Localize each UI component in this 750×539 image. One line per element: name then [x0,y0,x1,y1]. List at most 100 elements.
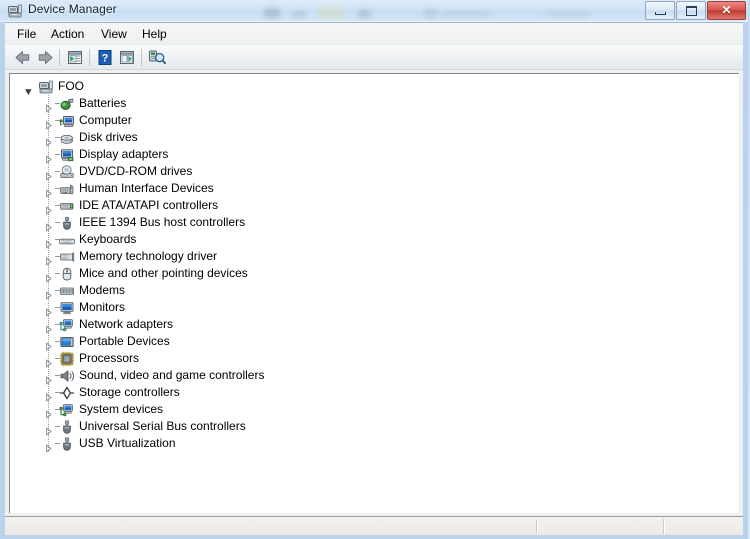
tree-item-usb-virtualization[interactable]: USB Virtualization [10,435,739,453]
tree-item-ide-ata-atapi-controllers[interactable]: IDE ATA/ATAPI controllers [10,197,739,215]
tree-item-computer[interactable]: Computer [10,112,739,130]
show-hide-tree-icon [120,51,134,64]
portable-device-icon [59,334,75,350]
tree-item-portable-devices[interactable]: Portable Devices [10,333,739,351]
tree-item-label: Human Interface Devices [79,181,214,195]
device-manager-icon [7,3,23,19]
chevron-right-icon[interactable] [44,168,53,181]
tree-item-batteries[interactable]: Batteries [10,95,739,113]
chevron-right-icon[interactable] [44,151,53,164]
tree-item-disk-drives[interactable]: Disk drives [10,129,739,147]
tree-item-human-interface-devices[interactable]: Human Interface Devices [10,180,739,198]
chevron-right-icon[interactable] [44,185,53,198]
tree-item-memory-technology-driver[interactable]: Memory technology driver [10,248,739,266]
menu-help[interactable]: Help [136,26,173,42]
chevron-right-icon[interactable] [44,253,53,266]
tree-item-label: USB Virtualization [79,436,176,450]
chevron-right-icon[interactable] [44,304,53,317]
hid-icon [59,181,75,197]
tree-item-label: System devices [79,402,164,416]
tree-item-dvd-cd-rom-drives[interactable]: DVD/CD-ROM drives [10,163,739,181]
tree-item-label: Monitors [79,300,126,314]
device-tree-pane[interactable]: FOO Batteries Computer Disk drives Display … [9,73,739,513]
menu-action[interactable]: Action [45,26,90,42]
ieee1394-icon [59,215,75,231]
show-hide-console-tree-button[interactable] [117,48,137,67]
forward-button[interactable] [35,48,55,67]
chevron-right-icon[interactable] [44,117,53,130]
menu-file[interactable]: File [11,26,42,42]
tree-item-modems[interactable]: Modems [10,282,739,300]
chevron-right-icon[interactable] [44,355,53,368]
tree-item-storage-controllers[interactable]: Storage controllers [10,384,739,402]
tree-item-universal-serial-bus-controllers[interactable]: Universal Serial Bus controllers [10,418,739,436]
tree-item-keyboards[interactable]: Keyboards [10,231,739,249]
window-client-area: File Action View Help ? FOO Batteries Co… [0,22,748,539]
chevron-right-icon[interactable] [44,423,53,436]
toolbar: ? [5,45,743,70]
device-tree: FOO Batteries Computer Disk drives Display … [10,78,739,453]
tree-item-ieee-1394-bus-host-controllers[interactable]: IEEE 1394 Bus host controllers [10,214,739,232]
storage-controller-icon [59,385,75,401]
scan-hardware-icon [149,50,166,65]
chevron-right-icon[interactable] [44,100,53,113]
tree-item-sound-video-and-game-controllers[interactable]: Sound, video and game controllers [10,367,739,385]
properties-button[interactable] [65,48,85,67]
tree-item-label: Computer [79,113,132,127]
battery-icon [59,96,75,112]
chevron-right-icon[interactable] [44,389,53,402]
disk-drive-icon [59,130,75,146]
chevron-right-icon[interactable] [44,236,53,249]
tree-item-system-devices[interactable]: System devices [10,401,739,419]
usb-virtualization-icon [59,436,75,452]
chevron-right-icon[interactable] [44,440,53,453]
tree-item-label: Storage controllers [79,385,180,399]
chevron-right-icon[interactable] [44,372,53,385]
dvd-drive-icon [59,164,75,180]
chevron-right-icon[interactable] [44,287,53,300]
display-adapter-icon [59,147,75,163]
tree-item-label: Network adapters [79,317,174,331]
tree-item-label: Memory technology driver [79,249,218,263]
toolbar-separator-2 [89,49,90,66]
chevron-right-icon[interactable] [44,270,53,283]
back-button[interactable] [13,48,33,67]
processor-icon [59,351,75,367]
close-button[interactable]: ✕ [707,1,746,20]
tree-item-label: Sound, video and game controllers [79,368,265,382]
tree-item-mice-and-other-pointing-devices[interactable]: Mice and other pointing devices [10,265,739,283]
chevron-right-icon[interactable] [44,219,53,232]
tree-item-label: DVD/CD-ROM drives [79,164,193,178]
tree-item-processors[interactable]: Processors [10,350,739,368]
menu-view[interactable]: View [95,26,133,42]
chevron-right-icon[interactable] [44,321,53,334]
status-pane-third [665,518,743,535]
chevron-right-icon[interactable] [44,202,53,215]
window-title: Device Manager [28,2,117,16]
menu-bar: File Action View Help [5,23,743,45]
tree-item-network-adapters[interactable]: Network adapters [10,316,739,334]
tree-item-label: Batteries [79,96,127,110]
title-bar[interactable]: Device Manager ✕ [0,0,748,22]
status-pane-second [538,518,663,535]
properties-icon [68,51,82,64]
chevron-right-icon[interactable] [44,406,53,419]
tree-item-monitors[interactable]: Monitors [10,299,739,317]
tree-item-label: Processors [79,351,140,365]
sound-icon [59,368,75,384]
tree-root-node[interactable]: FOO [10,78,739,95]
svg-text:?: ? [102,52,109,64]
chevron-right-icon[interactable] [44,338,53,351]
tree-item-display-adapters[interactable]: Display adapters [10,146,739,164]
keyboard-icon [59,232,75,248]
tree-item-label: Mice and other pointing devices [79,266,248,280]
maximize-button[interactable] [676,1,706,20]
scan-hardware-changes-button[interactable] [147,48,167,67]
chevron-down-icon[interactable] [24,83,33,95]
minimize-button[interactable] [645,1,675,20]
help-button[interactable]: ? [95,48,115,67]
computer-root-icon [38,79,54,95]
tree-item-label: Universal Serial Bus controllers [79,419,246,433]
chevron-right-icon[interactable] [44,134,53,147]
help-question-icon: ? [98,50,112,65]
